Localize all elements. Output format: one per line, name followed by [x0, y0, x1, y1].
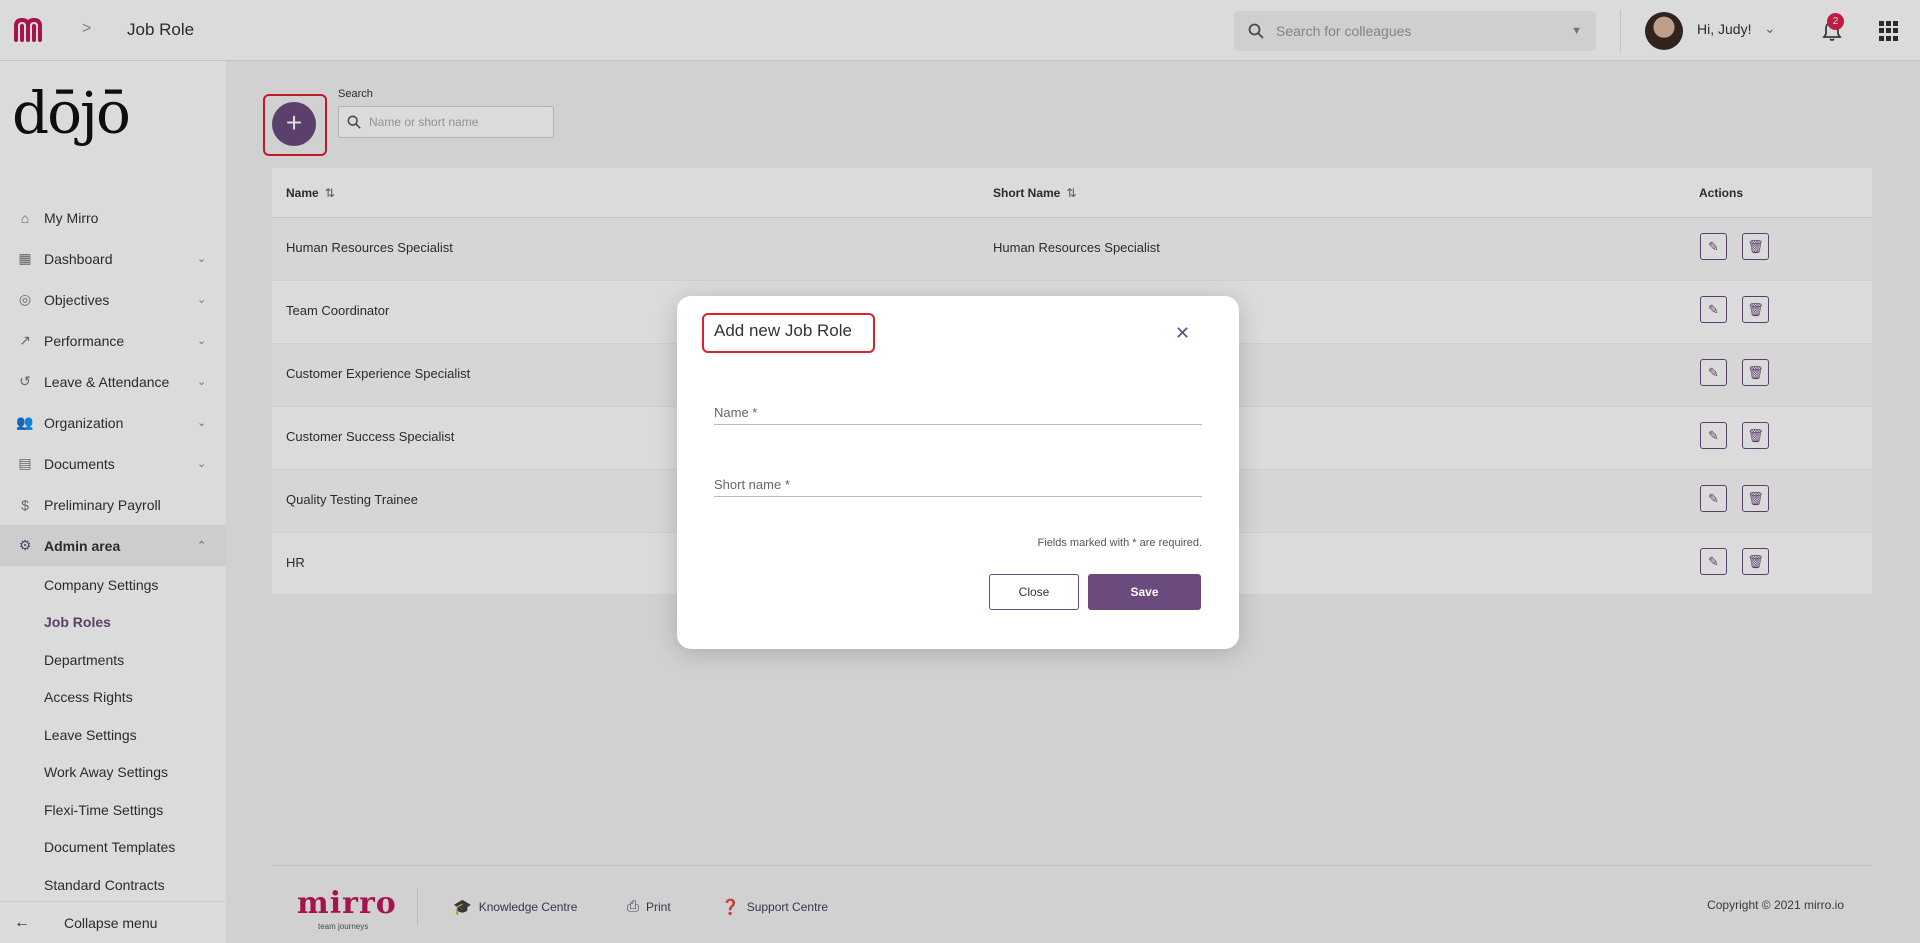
name-field-label: Name * [714, 405, 758, 420]
name-field[interactable]: Name * [714, 395, 1202, 425]
close-icon[interactable]: ✕ [1175, 323, 1190, 344]
save-button[interactable]: Save [1088, 574, 1201, 610]
short-name-field-label: Short name * [714, 477, 790, 492]
required-fields-note: Fields marked with * are required. [1037, 537, 1202, 549]
dialog-title: Add new Job Role [714, 321, 852, 340]
add-job-role-dialog: Add new Job Role ✕ Name * Short name * F… [677, 296, 1239, 649]
close-button[interactable]: Close [989, 574, 1079, 610]
short-name-field[interactable]: Short name * [714, 467, 1202, 497]
